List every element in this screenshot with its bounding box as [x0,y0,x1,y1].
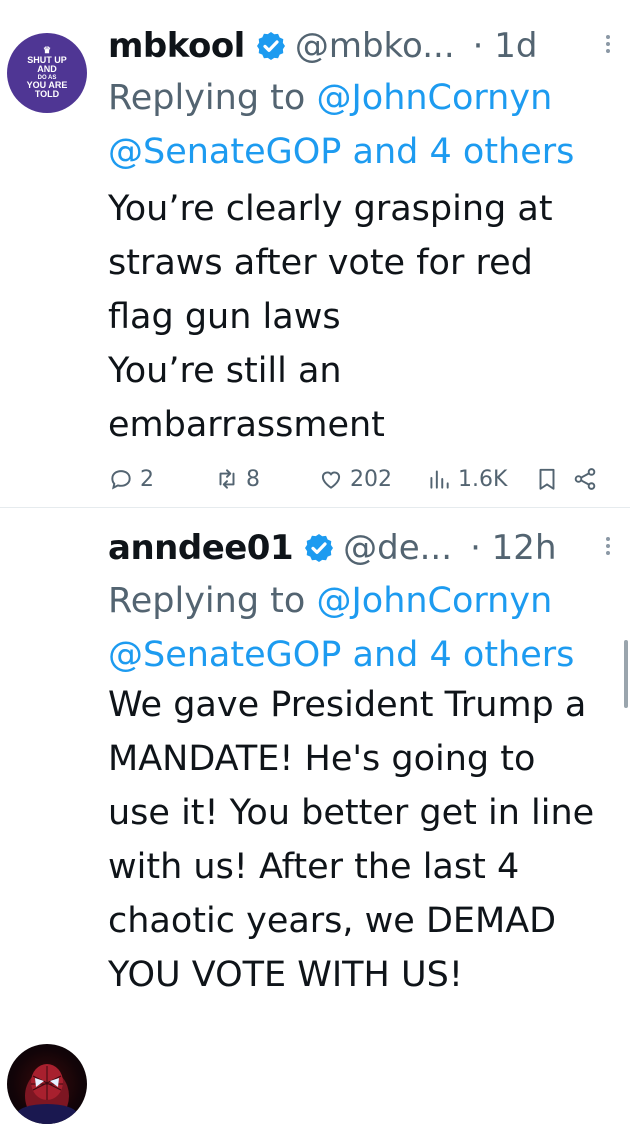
tweet-text-line: You’re clearly grasping at [108,189,553,229]
tweet-text-line: MANDATE! He's going to [108,739,536,779]
tweet-text-line: use it! You better get in line [108,793,595,833]
avatar[interactable]: ♛ SHUT UP AND DO AS YOU ARE TOLD [7,33,87,113]
spider-man-avatar-icon [17,1064,77,1124]
mention-link[interactable]: @SenateGOP and 4 others [108,132,574,172]
more-icon[interactable] [604,32,612,60]
views-count: 1.6K [458,466,508,492]
mention-link[interactable]: @JohnCornyn [316,78,552,118]
replying-prefix: Replying to [108,581,317,621]
replying-to: Replying to @JohnCornyn @SenateGOP and 4… [108,574,612,682]
repost-button[interactable]: 8 [214,466,260,492]
avatar-text: AND [37,64,57,75]
scrollbar[interactable] [624,640,628,708]
verified-badge-icon [255,30,287,62]
display-name[interactable]: anndee01 [108,528,294,568]
display-name[interactable]: mbkool [108,26,245,66]
tweet-text-line: with us! After the last 4 [108,847,520,887]
tweet-text-line: chaotic years, we DEMAD [108,901,557,941]
reply-icon [111,470,131,490]
mention-link[interactable]: @SenateGOP and 4 others [108,635,574,675]
tweet-header: mbkool @mbko... · 1d [108,26,612,66]
timestamp[interactable]: · 12h [470,528,556,568]
tweet-text-line: flag gun laws [108,297,341,337]
avatar[interactable] [7,1044,87,1124]
views-icon [430,470,449,489]
avatar-text: TOLD [34,89,60,100]
tweet-text-line: You’re still an [108,351,342,391]
tweet-header: anndee01 @de... · 12h [108,528,612,568]
share-icon [574,468,596,490]
verified-badge-icon [303,532,335,564]
replying-to: Replying to @JohnCornyn @SenateGOP and 4… [108,71,612,179]
handle[interactable]: @mbko... [295,26,455,66]
more-icon[interactable] [604,534,612,562]
tweet[interactable]: anndee01 @de... · 12h Replying to @JohnC… [0,507,630,1124]
repost-icon [219,469,235,489]
bookmark-button[interactable] [534,466,560,492]
mention-link[interactable]: @JohnCornyn [316,581,552,621]
like-count: 202 [350,466,392,492]
views-button[interactable]: 1.6K [426,466,507,492]
timestamp[interactable]: · 1d [473,26,538,66]
handle[interactable]: @de... [343,528,452,568]
tweet-text-line: YOU VOTE WITH US! [108,955,463,995]
reply-count: 2 [140,466,154,492]
replying-prefix: Replying to [108,78,317,118]
heart-icon [321,471,341,489]
like-button[interactable]: 202 [318,466,392,492]
repost-count: 8 [246,466,260,492]
tweet[interactable]: ♛ SHUT UP AND DO AS YOU ARE TOLD mbkool … [0,0,630,507]
action-bar: 2 8 202 1.6K [108,464,612,494]
reply-button[interactable]: 2 [108,466,154,492]
share-button[interactable] [572,466,598,492]
tweet-text: You’re clearly grasping at straws after … [108,182,612,452]
bookmark-icon [539,468,555,490]
tweet-text-line: embarrassment [108,405,385,445]
tweet-text-line: straws after vote for red [108,243,533,283]
tweet-text-line: We gave President Trump a [108,685,587,725]
tweet-text: We gave President Trump a MANDATE! He's … [108,678,612,1002]
